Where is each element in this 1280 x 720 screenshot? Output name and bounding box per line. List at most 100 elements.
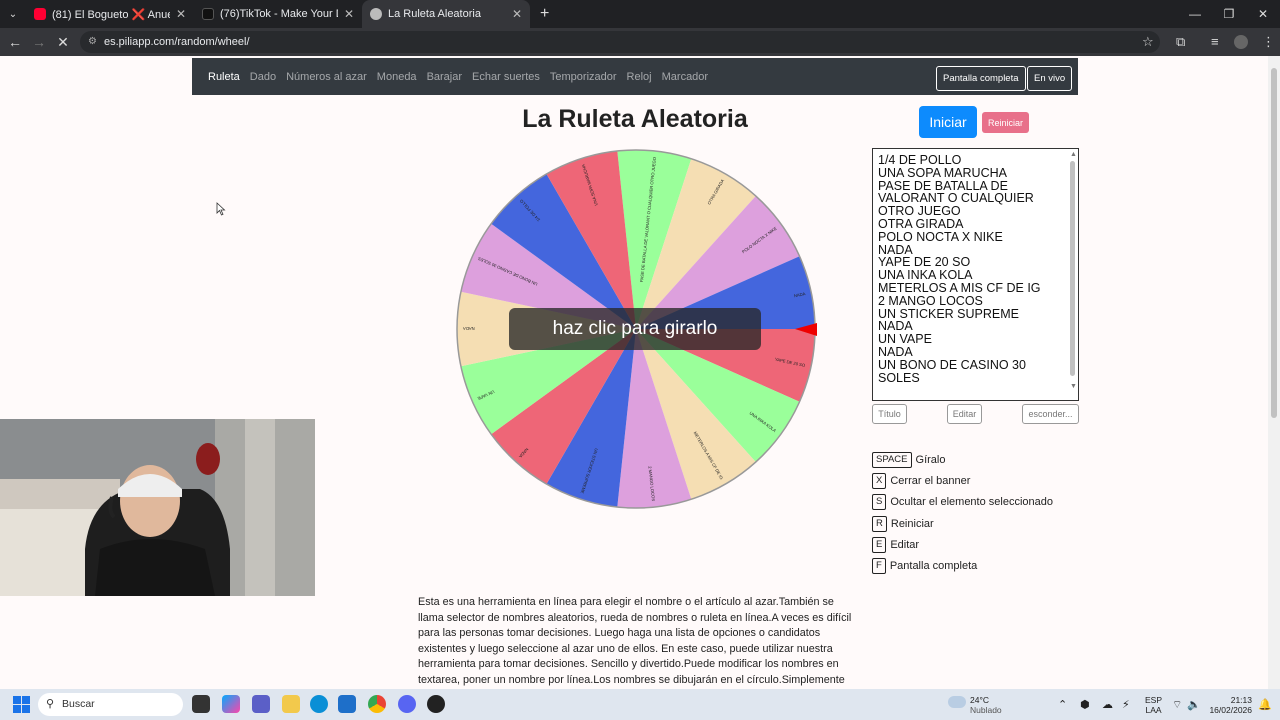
entries-textarea[interactable]: ▲ ▼ 1/4 DE POLLO UNA SOPA MARUCHA PASE DE … [872, 148, 1079, 401]
notification-icon[interactable]: 🔔 [1258, 689, 1272, 720]
back-icon[interactable]: ← [3, 34, 27, 50]
wifi-icon[interactable]: ⌔ [1172, 689, 1182, 720]
profile-avatar[interactable] [1234, 35, 1248, 49]
forward-icon[interactable]: → [27, 34, 51, 50]
shortcut-label: Editar [890, 538, 920, 551]
teams-icon[interactable] [252, 695, 270, 713]
clock-time: 21:13 [1230, 694, 1252, 705]
spin-overlay[interactable]: haz clic para girarlo [509, 308, 761, 350]
tab-title: (76)TikTok - Make Your Day [220, 8, 338, 20]
browser-tab-tiktok[interactable]: (76)TikTok - Make Your Day ✕ [194, 0, 362, 28]
restore-icon[interactable]: ❐ [1212, 0, 1246, 28]
browser-tab-youtube[interactable]: (81) El Bogueto ❌ Anuel AA ❌ ✕ [26, 0, 194, 28]
discord-icon[interactable] [398, 695, 416, 713]
page-scrollbar[interactable] [1268, 56, 1280, 689]
entry-line: 1/4 DE POLLO [878, 153, 962, 167]
url-text: es.piliapp.com/random/wheel/ [104, 36, 250, 48]
mouse-cursor-icon [216, 202, 226, 216]
lang-top: ESP [1145, 694, 1163, 705]
network-tray-icon[interactable]: ⚡ [1122, 689, 1130, 720]
tab-search-icon[interactable]: ⌄ [0, 0, 26, 28]
cloud-icon[interactable]: ☁ [1102, 689, 1113, 720]
page-content: Ruleta Dado Números al azar Moneda Baraj… [0, 56, 1268, 689]
shortcut-key: F [872, 558, 886, 575]
nav-dado[interactable]: Dado [250, 71, 276, 83]
tiktok-icon [202, 8, 214, 20]
scroll-down-icon[interactable]: ▼ [1070, 381, 1077, 394]
close-window-icon[interactable]: ✕ [1246, 0, 1280, 28]
edge-icon[interactable] [310, 695, 328, 713]
shortcut-key: E [872, 536, 887, 553]
live-button[interactable]: En vivo [1027, 66, 1073, 91]
webcam-image [0, 419, 315, 596]
extensions-icon[interactable]: ⧉ [1176, 28, 1185, 56]
nav-moneda[interactable]: Moneda [377, 71, 417, 83]
address-bar: ← → ✕ ⚙ es.piliapp.com/random/wheel/ ☆ ⧉… [0, 28, 1280, 56]
media-icon[interactable]: ≡ [1211, 28, 1219, 56]
nav-echar-suertes[interactable]: Echar suertes [472, 71, 540, 83]
scroll-up-icon[interactable]: ▲ [1070, 149, 1077, 162]
textarea-scrollbar[interactable]: ▲ ▼ [1070, 149, 1077, 398]
obs-icon[interactable] [427, 695, 445, 713]
menu-icon[interactable]: ⋮ [1262, 28, 1275, 56]
scrollbar-thumb[interactable] [1070, 161, 1075, 376]
shortcut-row: F Pantalla completa [872, 555, 1053, 576]
file-explorer-icon[interactable] [282, 695, 300, 713]
title-button[interactable]: Título [872, 404, 907, 424]
close-tab-icon[interactable]: ✕ [176, 7, 186, 21]
stop-icon[interactable]: ✕ [51, 34, 75, 51]
start-button[interactable]: Iniciar [919, 106, 977, 138]
entry-line: UN BONO DE CASINO 30 SOLES [878, 357, 1026, 385]
site-info-icon[interactable]: ⚙ [88, 31, 97, 53]
entry-line: UNA SOPA MARUCHA [878, 165, 1007, 180]
entry-line: 2 MANGO LOCOS [878, 293, 983, 308]
chrome-icon[interactable] [368, 695, 386, 713]
globe-icon [370, 8, 382, 20]
bookmark-star-icon[interactable]: ☆ [1142, 28, 1154, 56]
volume-icon[interactable]: 🔈 [1187, 689, 1201, 720]
hide-button[interactable]: esconder... [1022, 404, 1079, 424]
weather-icon[interactable] [948, 696, 966, 708]
shortcut-row: X Cerrar el banner [872, 470, 1053, 491]
minimize-icon[interactable]: — [1178, 0, 1212, 28]
shortcut-label: Pantalla completa [889, 560, 978, 573]
shortcut-key: SPACE [872, 451, 912, 468]
edit-button[interactable]: Editar [947, 404, 982, 424]
clock[interactable]: 21:13 16/02/2026 [1209, 689, 1252, 720]
weather-temp: 24°C [970, 694, 989, 705]
window-controls: — ❐ ✕ [1178, 0, 1280, 28]
shortcut-label: Cerrar el banner [890, 474, 971, 487]
weather-widget[interactable]: 24°C Nublado [970, 689, 1002, 720]
taskbar-search-input[interactable]: ⚲ Buscar [38, 693, 183, 716]
nav-ruleta[interactable]: Ruleta [208, 71, 240, 83]
entry-line: OTRA GIRADA [878, 216, 964, 231]
nav-barajar[interactable]: Barajar [427, 71, 462, 83]
task-view-icon[interactable] [192, 695, 210, 713]
url-input[interactable]: ⚙ es.piliapp.com/random/wheel/ [80, 31, 1160, 53]
page-scrollbar-thumb[interactable] [1271, 68, 1277, 418]
tab-title: La Ruleta Aleatoria [388, 8, 481, 20]
search-placeholder: Buscar [62, 698, 95, 710]
nav-marcador[interactable]: Marcador [662, 71, 708, 83]
nav-temporizador[interactable]: Temporizador [550, 71, 617, 83]
wheel-label: NADA [463, 326, 475, 331]
copilot-icon[interactable] [222, 695, 240, 713]
close-tab-icon[interactable]: ✕ [512, 7, 522, 21]
chevron-up-icon[interactable]: ⌃ [1058, 689, 1067, 720]
new-tab-icon[interactable]: + [530, 5, 559, 23]
browser-tab-ruleta[interactable]: La Ruleta Aleatoria ✕ [362, 0, 530, 28]
tray-app-icon[interactable]: ⬢ [1080, 689, 1090, 720]
shortcut-label: Ocultar el elemento seleccionado [890, 496, 1053, 509]
site-navbar: Ruleta Dado Números al azar Moneda Baraj… [192, 58, 1078, 95]
nav-reloj[interactable]: Reloj [627, 71, 652, 83]
close-tab-icon[interactable]: ✕ [344, 7, 354, 21]
page-title: La Ruleta Aleatoria [522, 105, 748, 133]
store-icon[interactable] [338, 695, 356, 713]
fullscreen-button[interactable]: Pantalla completa [936, 66, 1026, 91]
nav-numeros[interactable]: Números al azar [286, 71, 367, 83]
windows-start-icon[interactable] [13, 696, 30, 713]
language-indicator[interactable]: ESP LAA [1145, 689, 1162, 720]
shortcut-row: S Ocultar el elemento seleccionado [872, 492, 1053, 513]
reset-button[interactable]: Reiniciar [982, 112, 1029, 133]
weather-desc: Nublado [970, 704, 1002, 715]
